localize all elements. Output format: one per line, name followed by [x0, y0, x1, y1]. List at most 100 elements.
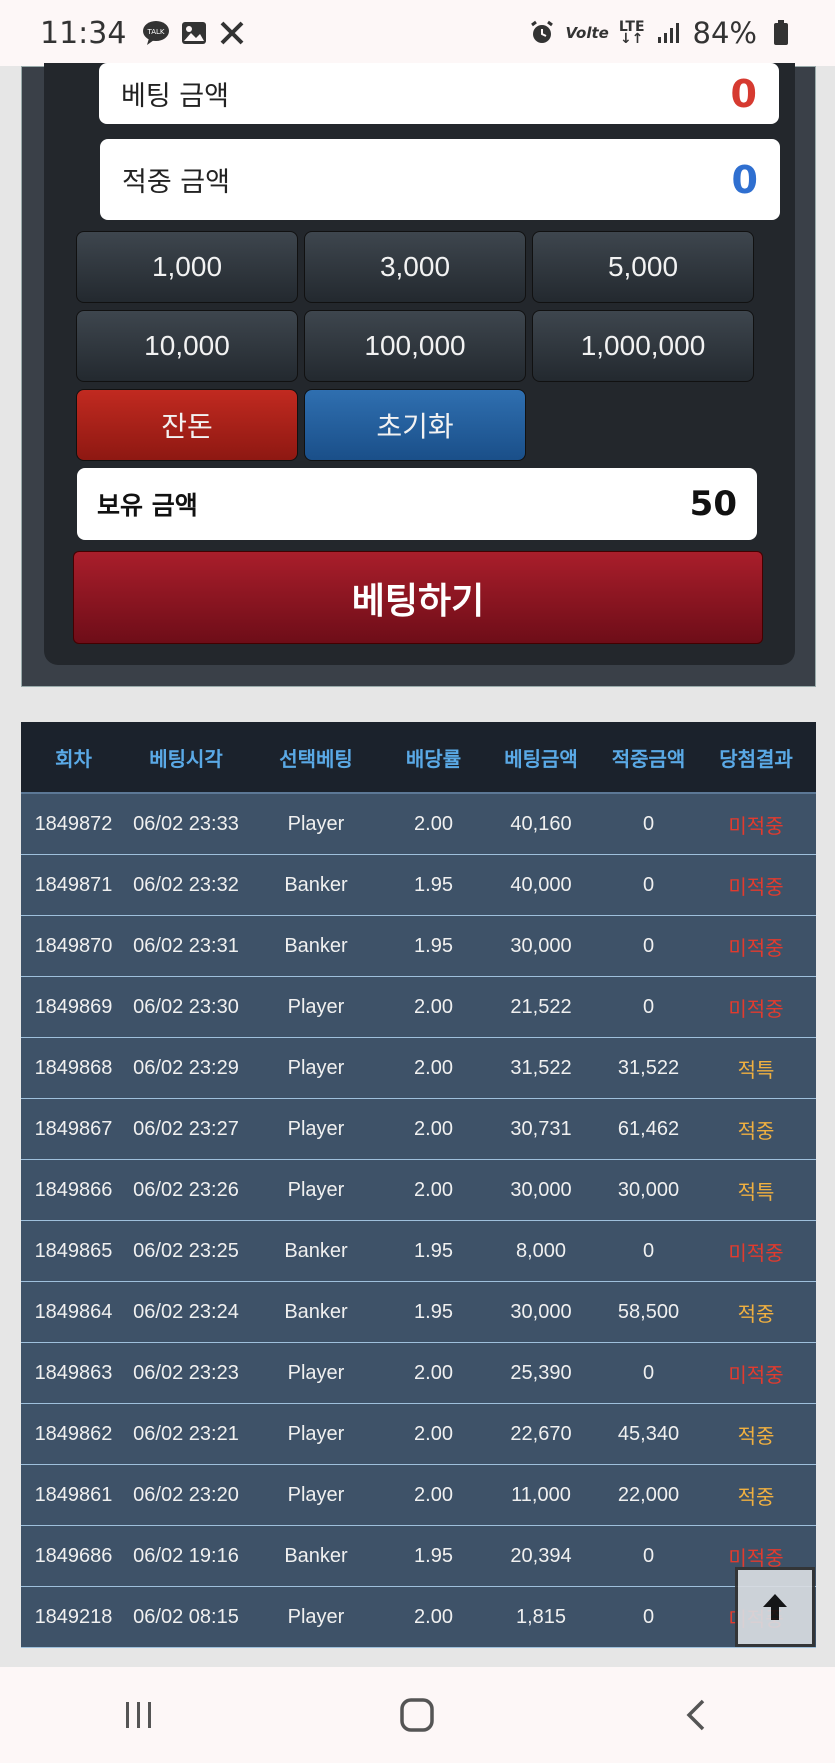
cell-result: 적특 [737, 1181, 775, 1204]
cell-odds: 2.00 [414, 1422, 453, 1445]
table-row: 1849686 06/02 19:16 Banker 1.95 20,394 0 미적중 [21, 1526, 816, 1587]
cell-odds: 2.00 [414, 1117, 453, 1140]
volte-indicator: Volte [565, 24, 609, 42]
cell-odds: 1.95 [414, 1544, 453, 1567]
cell-hit-amount: 31,522 [617, 1056, 680, 1079]
data-arrows-icon: ↓↑ [619, 31, 644, 47]
kakaotalk-icon: TALK [142, 19, 170, 47]
chip-1000-button[interactable]: 1,000 [76, 231, 298, 303]
cell-selection: Player [287, 995, 345, 1018]
table-body: 1849872 06/02 23:33 Player 2.00 40,160 0 미적중 18… [21, 794, 816, 1648]
change-button[interactable]: 잔돈 [76, 389, 298, 461]
cell-result: 미적중 [728, 815, 784, 838]
home-button[interactable] [377, 1685, 457, 1745]
cell-hit-amount: 0 [642, 1361, 655, 1384]
cell-selection: Player [287, 1605, 345, 1628]
cell-hit-amount: 22,000 [617, 1483, 680, 1506]
cell-round: 1849862 [34, 1422, 113, 1445]
header-round: 회차 [55, 746, 92, 771]
table-row: 1849862 06/02 23:21 Player 2.00 22,670 45,340… [21, 1404, 816, 1465]
cell-odds: 1.95 [414, 934, 453, 957]
table-row: 1849871 06/02 23:32 Banker 1.95 40,000 0 미적중 [21, 855, 816, 916]
cell-hit-amount: 0 [642, 1544, 655, 1567]
cell-bet-amount: 30,000 [510, 1178, 572, 1201]
cell-round: 1849872 [34, 812, 113, 835]
cell-selection: Banker [284, 934, 348, 957]
cell-bet-amount: 8,000 [515, 1239, 567, 1262]
cell-round: 1849865 [34, 1239, 113, 1262]
table-row: 1849869 06/02 23:30 Player 2.00 21,522 0 미적중 [21, 977, 816, 1038]
cell-bet-time: 06/02 23:21 [133, 1422, 239, 1445]
cell-bet-time: 06/02 08:15 [133, 1605, 239, 1628]
chip-5000-button[interactable]: 5,000 [532, 231, 754, 303]
system-nav-bar [0, 1667, 835, 1763]
battery-percent: 84% [692, 16, 757, 50]
chip-10000-button[interactable]: 10,000 [76, 310, 298, 382]
cell-bet-amount: 30,000 [510, 1300, 572, 1323]
cell-selection: Banker [284, 1239, 348, 1262]
cell-hit-amount: 61,462 [617, 1117, 680, 1140]
cell-result: 미적중 [728, 1242, 784, 1265]
table-row: 1849865 06/02 23:25 Banker 1.95 8,000 0 미적중 [21, 1221, 816, 1282]
cell-result: 적중 [737, 1120, 775, 1143]
header-hit-amount: 적중금액 [611, 746, 686, 771]
cell-odds: 2.00 [414, 995, 453, 1018]
cell-result: 미적중 [728, 937, 784, 960]
table-row: 1849870 06/02 23:31 Banker 1.95 30,000 0 미적중 [21, 916, 816, 977]
cell-result: 적중 [737, 1303, 775, 1326]
cell-bet-time: 06/02 23:31 [133, 934, 239, 957]
cell-bet-time: 06/02 23:24 [133, 1300, 239, 1323]
cell-bet-time: 06/02 23:23 [133, 1361, 239, 1384]
cell-result: 미적중 [728, 998, 784, 1021]
chip-1000000-button[interactable]: 1,000,000 [532, 310, 754, 382]
scroll-to-top-button[interactable] [735, 1567, 815, 1647]
cell-result: 미적중 [728, 1364, 784, 1387]
table-row: 1849864 06/02 23:24 Banker 1.95 30,000 58,500… [21, 1282, 816, 1343]
cell-bet-time: 06/02 19:16 [133, 1544, 239, 1567]
cell-bet-time: 06/02 23:26 [133, 1178, 239, 1201]
bet-history-table: 회차 베팅시각 선택베팅 배당률 베팅금액 적중금액 당첨결과 1849872 0… [21, 722, 816, 1667]
hit-amount-value: 0 [731, 157, 758, 202]
cell-round: 1849863 [34, 1361, 113, 1384]
back-icon [686, 1699, 705, 1731]
cell-round: 1849866 [34, 1178, 113, 1201]
lte-indicator: LTE ↓↑ [619, 20, 645, 47]
cell-bet-time: 06/02 23:30 [133, 995, 239, 1018]
status-bar: 11:34 TALK Volte LTE ↓↑ 84% [0, 0, 835, 66]
cell-bet-amount: 40,160 [510, 812, 572, 835]
chip-100000-button[interactable]: 100,000 [304, 310, 526, 382]
battery-icon [767, 19, 795, 47]
cell-bet-amount: 21,522 [510, 995, 572, 1018]
cell-bet-amount: 40,000 [510, 873, 572, 896]
holding-amount-value: 50 [689, 484, 737, 524]
bet-amount-label: 베팅 금액 [121, 81, 229, 112]
cell-round: 1849864 [34, 1300, 113, 1323]
table-row: 1849872 06/02 23:33 Player 2.00 40,160 0 미적중 [21, 794, 816, 855]
table-row: 1849861 06/02 23:20 Player 2.00 11,000 22,000… [21, 1465, 816, 1526]
cell-bet-time: 06/02 23:33 [133, 812, 239, 835]
cell-selection: Player [287, 1422, 345, 1445]
cell-selection: Player [287, 1361, 345, 1384]
cell-odds: 2.00 [414, 1056, 453, 1079]
cell-odds: 1.95 [414, 1239, 453, 1262]
cell-round: 1849871 [34, 873, 113, 896]
cell-selection: Player [287, 1178, 345, 1201]
back-button[interactable] [656, 1685, 736, 1745]
chip-3000-button[interactable]: 3,000 [304, 231, 526, 303]
recent-apps-button[interactable] [99, 1685, 179, 1745]
cell-bet-time: 06/02 23:25 [133, 1239, 239, 1262]
table-header: 회차 베팅시각 선택베팅 배당률 베팅금액 적중금액 당첨결과 [21, 722, 816, 794]
cell-bet-amount: 11,000 [511, 1483, 571, 1506]
place-bet-button[interactable]: 베팅하기 [73, 551, 763, 644]
cell-hit-amount: 0 [642, 1605, 655, 1628]
header-result: 당첨결과 [719, 746, 793, 771]
signal-icon [655, 19, 683, 47]
hit-amount-box: 적중 금액 0 [100, 139, 780, 220]
reset-button[interactable]: 초기화 [304, 389, 526, 461]
cell-hit-amount: 45,340 [617, 1422, 680, 1445]
clock: 11:34 [40, 15, 127, 51]
cell-hit-amount: 0 [642, 1239, 655, 1262]
cell-hit-amount: 30,000 [617, 1178, 680, 1201]
cell-selection: Player [287, 1483, 345, 1506]
cell-hit-amount: 0 [642, 873, 655, 896]
